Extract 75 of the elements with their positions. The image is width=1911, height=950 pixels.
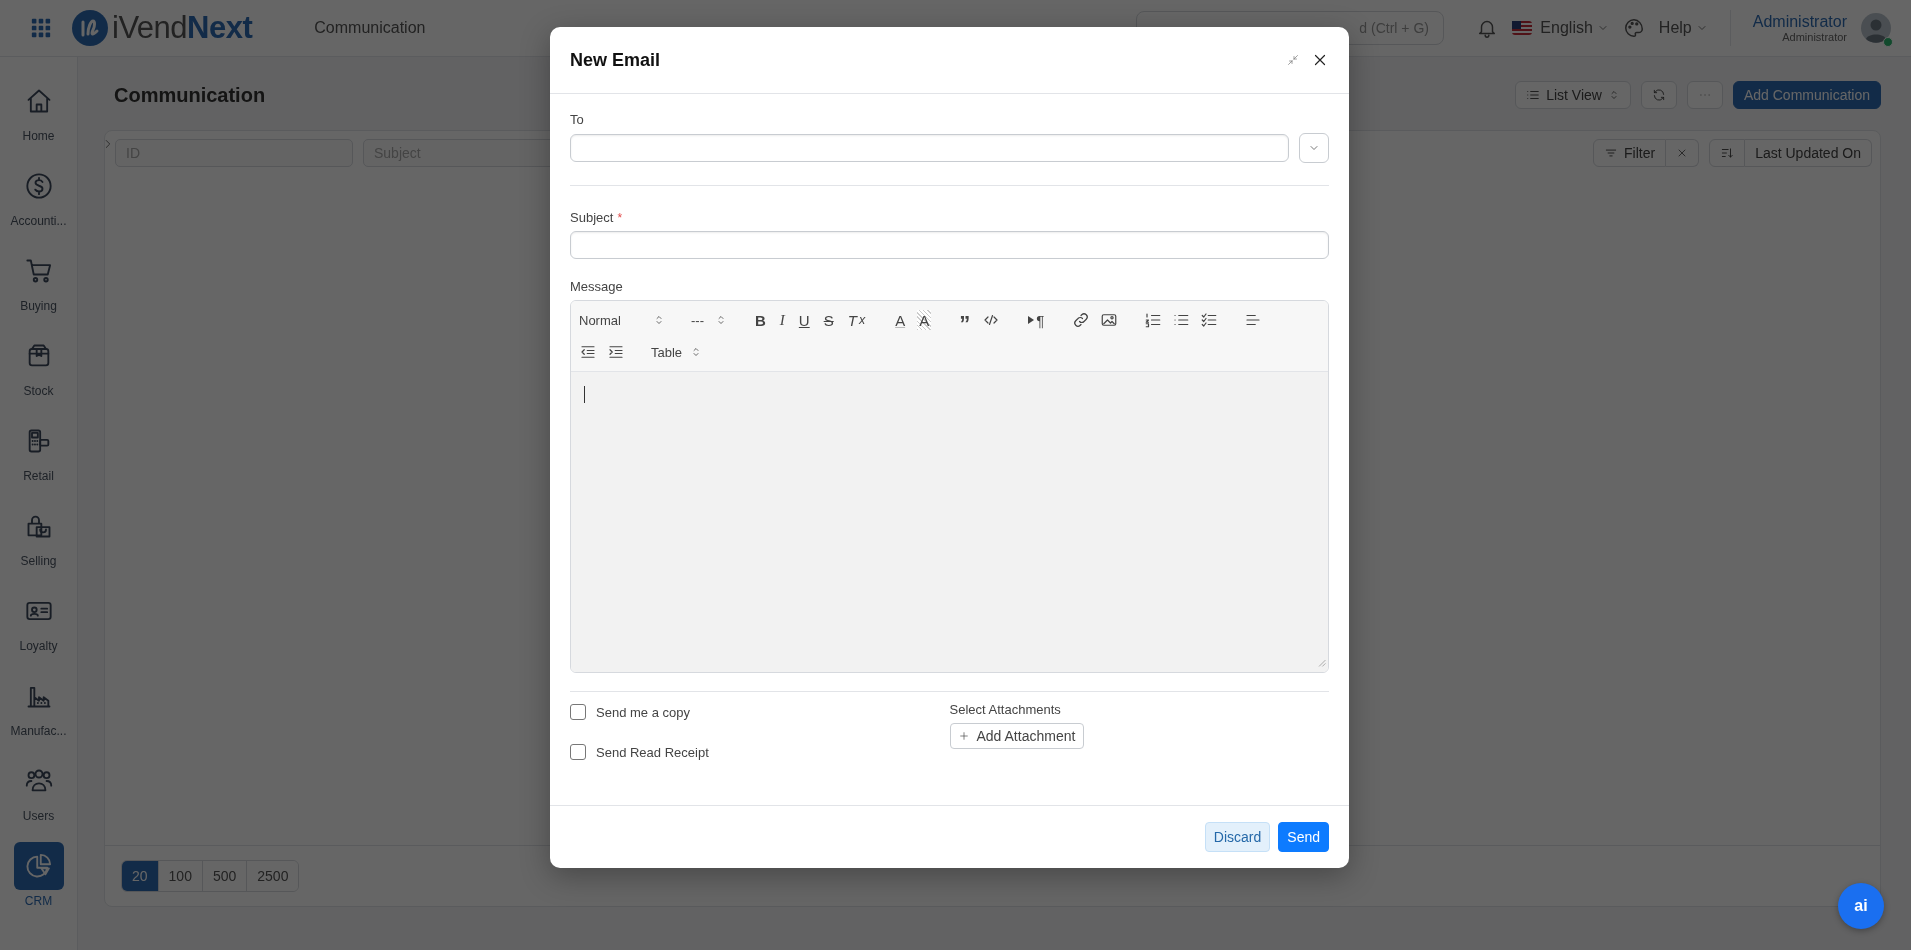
sort-order-button[interactable] bbox=[1709, 139, 1746, 167]
logo-text: iVendNext bbox=[112, 10, 253, 46]
text-cursor bbox=[584, 386, 585, 403]
discard-button[interactable]: Discard bbox=[1204, 822, 1271, 852]
sidebar-item[interactable]: Selling bbox=[0, 502, 77, 587]
field-label: Message bbox=[570, 279, 624, 294]
palette-icon[interactable] bbox=[1622, 17, 1645, 39]
minimize-icon[interactable] bbox=[1287, 54, 1299, 66]
underline-button[interactable]: U bbox=[796, 310, 812, 330]
italic-button[interactable]: I bbox=[777, 310, 787, 330]
add-attachment-button[interactable]: Add Attachment bbox=[949, 723, 1085, 749]
sidebar-item[interactable]: CRM bbox=[0, 842, 77, 927]
blockquote-button[interactable]: ” bbox=[957, 310, 973, 330]
field-label: Subject bbox=[570, 210, 614, 225]
text-color-button[interactable]: A bbox=[893, 310, 908, 330]
refresh-button[interactable] bbox=[1640, 81, 1677, 109]
help-menu[interactable]: Help bbox=[1658, 19, 1708, 37]
input-field[interactable] bbox=[570, 134, 1289, 162]
bold-button[interactable]: B bbox=[753, 310, 768, 330]
image-icon[interactable] bbox=[1100, 311, 1119, 329]
add-communication-button[interactable]: Add Communication bbox=[1732, 81, 1881, 109]
sidebar-item[interactable]: Buying bbox=[0, 247, 77, 332]
dialog-title: New Email bbox=[570, 49, 662, 71]
dropdown-button[interactable] bbox=[1299, 133, 1329, 163]
avatar-icon[interactable] bbox=[1861, 13, 1891, 43]
link-icon[interactable] bbox=[1072, 311, 1091, 329]
sidebar-item[interactable]: Stock bbox=[0, 332, 77, 417]
user-name[interactable]: Administrator bbox=[1752, 13, 1847, 31]
dropdown-select[interactable]: Normal bbox=[579, 312, 665, 328]
page-title: Communication bbox=[114, 83, 267, 107]
view-menu-button[interactable]: List View bbox=[1515, 81, 1631, 109]
assistant-button[interactable]: ai bbox=[1838, 883, 1884, 929]
list-icon bbox=[1526, 88, 1541, 102]
pie-chart-icon bbox=[13, 842, 64, 890]
filter-icon bbox=[1604, 146, 1618, 160]
sidebar-item[interactable]: Users bbox=[0, 757, 77, 842]
numbered-list-icon[interactable] bbox=[1144, 311, 1163, 329]
resize-grip-icon[interactable] bbox=[1316, 657, 1326, 667]
sidebar-item[interactable]: Home bbox=[0, 77, 77, 162]
breadcrumb-link[interactable]: Communication bbox=[314, 19, 426, 37]
language-select[interactable]: English bbox=[1512, 19, 1609, 37]
outdent-icon[interactable] bbox=[579, 343, 597, 361]
send-button[interactable]: Send bbox=[1278, 822, 1329, 852]
logo-icon bbox=[72, 10, 108, 46]
required-mark: * bbox=[617, 211, 623, 225]
refresh-icon bbox=[1651, 88, 1666, 102]
sidebar-item[interactable]: Loyalty bbox=[0, 587, 77, 672]
dropdown-select[interactable]: --- bbox=[691, 312, 727, 328]
text-direction-button[interactable]: ¶ bbox=[1026, 310, 1047, 330]
page-size-button[interactable]: 20 bbox=[122, 861, 159, 891]
flag-icon bbox=[1512, 21, 1533, 35]
strikethrough-button[interactable]: S bbox=[821, 310, 836, 330]
highlight-button[interactable]: A bbox=[917, 310, 932, 330]
field-label: To bbox=[570, 112, 585, 127]
sidebar-item[interactable]: Accounti... bbox=[0, 162, 77, 247]
grid-menu-icon[interactable] bbox=[30, 17, 52, 39]
checklist-icon[interactable] bbox=[1200, 311, 1219, 329]
sidebar-item[interactable]: Manufac... bbox=[0, 672, 77, 757]
dropdown-select[interactable]: Table bbox=[651, 344, 703, 360]
input-field[interactable] bbox=[570, 231, 1329, 259]
user-role: Administrator bbox=[1782, 30, 1847, 43]
filter-button[interactable]: Filter bbox=[1593, 139, 1667, 167]
checkbox-label: Send me a copy bbox=[596, 704, 690, 720]
checkbox[interactable] bbox=[570, 744, 586, 760]
field-label: Select Attachments bbox=[949, 702, 1061, 717]
indent-icon[interactable] bbox=[607, 343, 625, 361]
sort-icon bbox=[1720, 146, 1735, 160]
updown-caret-icon bbox=[653, 314, 665, 326]
plus-icon bbox=[958, 731, 969, 741]
sidebar-item[interactable]: Retail bbox=[0, 417, 77, 502]
sort-field-button[interactable]: Last Updated On bbox=[1745, 139, 1872, 167]
triangle-icon bbox=[1028, 316, 1035, 324]
checkbox[interactable] bbox=[570, 704, 586, 720]
updown-caret-icon bbox=[715, 314, 727, 326]
checkbox-label: Send Read Receipt bbox=[596, 744, 709, 760]
